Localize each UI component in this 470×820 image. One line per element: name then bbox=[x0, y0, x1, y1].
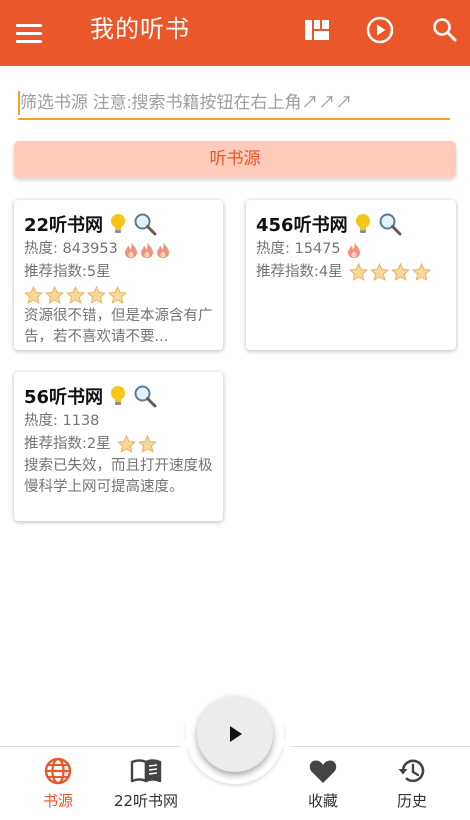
rating-stars bbox=[348, 263, 431, 282]
heat-flames bbox=[124, 241, 170, 259]
play-circle-icon[interactable] bbox=[365, 15, 395, 45]
globe-icon bbox=[44, 757, 72, 785]
heart-icon bbox=[309, 760, 337, 783]
source-name: 456听书网 bbox=[256, 215, 348, 236]
nav-item-sources[interactable]: 书源 bbox=[13, 756, 103, 816]
magnifier-icon[interactable] bbox=[378, 212, 402, 236]
star-icon bbox=[45, 285, 64, 304]
nav-item-history[interactable]: 历史 bbox=[367, 756, 457, 816]
text-cursor bbox=[18, 91, 20, 115]
lightbulb-icon[interactable] bbox=[109, 213, 127, 235]
rating-value: 推荐指数:2星 bbox=[24, 436, 111, 452]
heat-value: 热度: 1138 bbox=[24, 413, 100, 429]
star-icon bbox=[411, 263, 431, 281]
rating-stars bbox=[116, 435, 157, 454]
magnifier-icon[interactable] bbox=[133, 212, 157, 236]
nav-item-book[interactable]: 22听书网 bbox=[101, 756, 191, 816]
heat-row: 热度: 843953 bbox=[24, 238, 213, 261]
nav-label: 历史 bbox=[396, 792, 427, 810]
rating-stars bbox=[24, 284, 213, 306]
grid-view-icon[interactable] bbox=[302, 15, 332, 45]
page-title: 我的听书 bbox=[90, 15, 190, 43]
rating-row: 推荐指数:2星 bbox=[24, 433, 213, 456]
source-card[interactable]: 56听书网 热度: 1138 推荐指数:2星 搜索已失效，而且打开速度极慢科学上… bbox=[14, 372, 223, 521]
nav-item-favorites[interactable]: 收藏 bbox=[278, 756, 368, 816]
menu-icon[interactable] bbox=[16, 18, 44, 48]
rating-value: 推荐指数:5星 bbox=[24, 264, 111, 280]
lightbulb-icon[interactable] bbox=[109, 385, 127, 407]
audio-source-section-button[interactable]: 听书源 bbox=[14, 141, 456, 178]
star-icon bbox=[390, 263, 410, 281]
heat-flames bbox=[347, 241, 361, 259]
source-card[interactable]: 456听书网 热度: 15475 推荐指数:4星 bbox=[246, 200, 456, 350]
star-icon bbox=[369, 263, 389, 281]
heat-row: 热度: 15475 bbox=[256, 238, 446, 261]
star-icon bbox=[116, 435, 136, 453]
app-bar: 我的听书 bbox=[0, 0, 470, 66]
flame-icon bbox=[156, 241, 169, 258]
book-open-icon bbox=[130, 759, 162, 783]
heat-row: 热度: 1138 bbox=[24, 410, 213, 433]
nav-label: 书源 bbox=[42, 792, 73, 810]
source-description: 搜索已失效，而且打开速度极慢科学上网可提高速度。 bbox=[24, 458, 213, 495]
nav-label: 收藏 bbox=[307, 792, 338, 810]
play-icon bbox=[230, 726, 242, 742]
star-icon bbox=[66, 285, 85, 304]
source-name: 56听书网 bbox=[24, 387, 104, 408]
star-icon bbox=[137, 435, 157, 453]
flame-icon bbox=[347, 241, 360, 258]
star-icon bbox=[348, 263, 368, 281]
source-description: 资源很不错，但是本源含有广告，若不喜欢请不要... bbox=[24, 308, 213, 345]
lightbulb-icon[interactable] bbox=[354, 213, 372, 235]
rating-row: 推荐指数:5星 bbox=[24, 261, 213, 284]
flame-icon bbox=[124, 241, 137, 258]
magnifier-icon[interactable] bbox=[133, 384, 157, 408]
star-icon bbox=[87, 285, 106, 304]
history-icon bbox=[398, 759, 425, 783]
star-icon bbox=[24, 285, 43, 304]
heat-value: 热度: 15475 bbox=[256, 241, 341, 257]
play-fab-button[interactable] bbox=[197, 696, 273, 772]
nav-label: 22听书网 bbox=[113, 792, 179, 810]
rating-value: 推荐指数:4星 bbox=[256, 264, 343, 280]
source-card[interactable]: 22听书网 热度: 843953 推荐指数:5星 资源很不错，但是本源含有广告，… bbox=[14, 200, 223, 350]
search-icon[interactable] bbox=[430, 15, 460, 45]
heat-value: 热度: 843953 bbox=[24, 241, 118, 257]
source-name: 22听书网 bbox=[24, 215, 104, 236]
star-icon bbox=[108, 285, 127, 304]
rating-row: 推荐指数:4星 bbox=[256, 261, 446, 284]
filter-input[interactable] bbox=[18, 88, 450, 120]
flame-icon bbox=[140, 241, 153, 258]
